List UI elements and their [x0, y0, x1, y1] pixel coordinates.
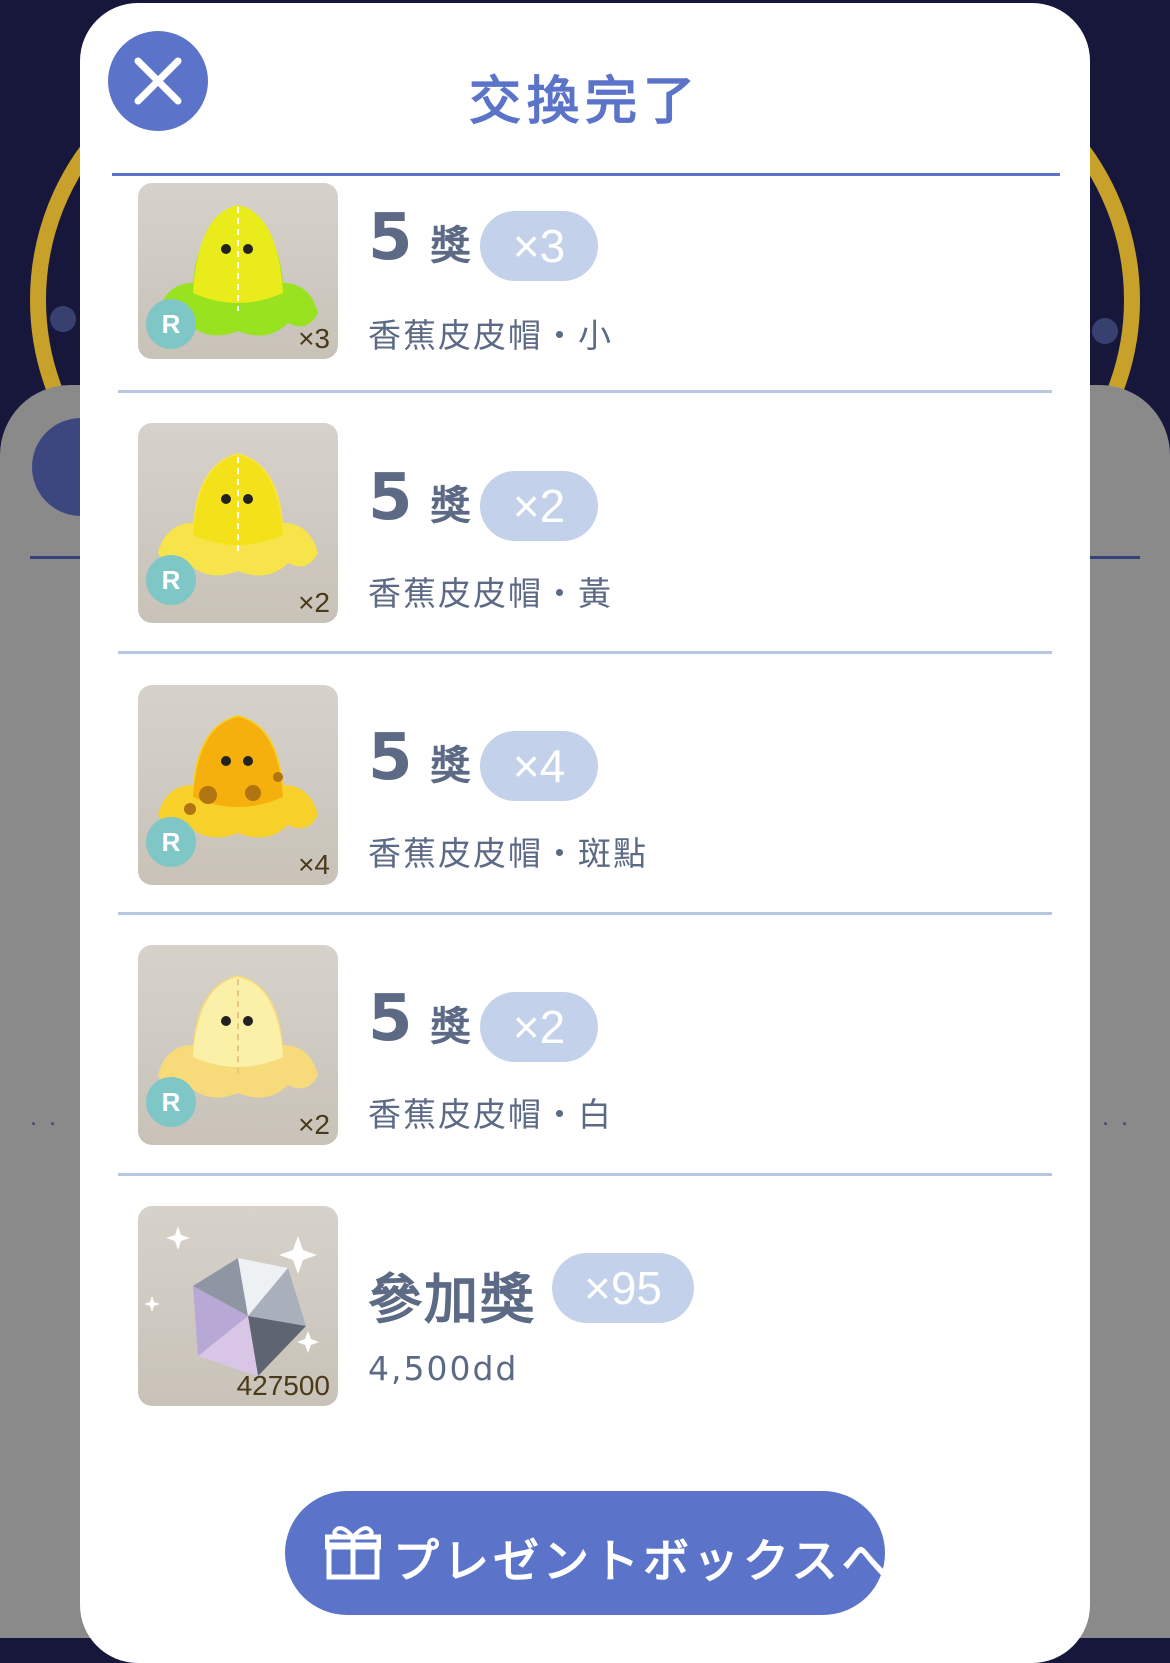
row-divider: [118, 390, 1052, 393]
exchange-count-badge: ×4: [480, 731, 598, 801]
item-thumbnail: R ×4: [138, 685, 338, 885]
owned-quantity: ×2: [298, 1109, 330, 1140]
owned-quantity: ×2: [298, 587, 330, 618]
prize-rank: 參加獎: [368, 1268, 536, 1331]
rarity-badge: R: [146, 1077, 196, 1127]
reward-row: R ×4 5獎 ×4 香蕉皮皮帽・斑點: [80, 667, 1090, 927]
background-dot: [1092, 318, 1118, 344]
background-dot: [50, 306, 76, 332]
owned-quantity: ×3: [298, 323, 330, 354]
rarity-badge: R: [146, 555, 196, 605]
modal-title: 交換完了: [468, 72, 701, 132]
prize-rank-number: 5: [368, 201, 413, 275]
prize-rank-suffix: 獎: [430, 1004, 471, 1050]
gift-icon: [325, 1526, 381, 1580]
prize-rank: 5獎: [368, 461, 471, 535]
item-name: 香蕉皮皮帽・小: [368, 316, 613, 355]
prize-rank-suffix: 獎: [430, 483, 471, 529]
owned-quantity: 427500: [236, 1370, 330, 1401]
row-divider: [118, 1173, 1052, 1176]
item-thumbnail: R ×3: [138, 183, 338, 359]
present-box-button[interactable]: プレゼントボックスへ: [285, 1491, 888, 1615]
exchange-count-badge: ×2: [480, 471, 598, 541]
row-divider: [118, 912, 1052, 915]
owned-quantity: ×4: [298, 849, 330, 880]
item-name: 香蕉皮皮帽・白: [368, 1095, 613, 1134]
item-name: 香蕉皮皮帽・黃: [368, 574, 613, 613]
prize-rank: 5獎: [368, 201, 471, 275]
prize-rank: 5獎: [368, 721, 471, 795]
prize-rank-number: 5: [368, 721, 413, 795]
prize-rank: 5獎: [368, 982, 471, 1056]
item-name: 香蕉皮皮帽・斑點: [368, 834, 648, 873]
rarity-badge: R: [146, 817, 196, 867]
item-thumbnail: 427500: [138, 1206, 338, 1406]
exchange-count-badge: ×3: [480, 211, 598, 281]
prize-rank-number: 5: [368, 461, 413, 535]
exchange-complete-modal: 交換完了 R ×3 5獎 ×3 香蕉皮皮帽・小 R ×2 5 獎 ×2 香蕉皮皮…: [80, 3, 1090, 1663]
item-thumbnail: R ×2: [138, 945, 338, 1145]
background-divider: [1090, 556, 1140, 559]
item-thumbnail: R ×2: [138, 423, 338, 623]
background-dots: ..: [30, 1106, 68, 1131]
row-divider: [118, 651, 1052, 654]
reward-row: R ×2 5獎 ×2 香蕉皮皮帽・白: [80, 928, 1090, 1188]
item-name: 4,500dd: [368, 1349, 519, 1388]
exchange-count-badge: ×2: [480, 992, 598, 1062]
reward-row: 427500 參加獎 ×95 4,500dd: [80, 1189, 1090, 1449]
prize-rank-suffix: 獎: [430, 743, 471, 789]
exchange-count-badge: ×95: [552, 1253, 694, 1323]
prize-rank-number: 5: [368, 982, 413, 1056]
background-dots: ..: [1102, 1106, 1140, 1131]
rarity-badge: R: [146, 299, 196, 349]
present-box-button-label: プレゼントボックスへ: [393, 1534, 892, 1588]
prize-rank-suffix: 獎: [430, 223, 471, 269]
reward-row: R ×2 5獎 ×2 香蕉皮皮帽・黃: [80, 407, 1090, 667]
